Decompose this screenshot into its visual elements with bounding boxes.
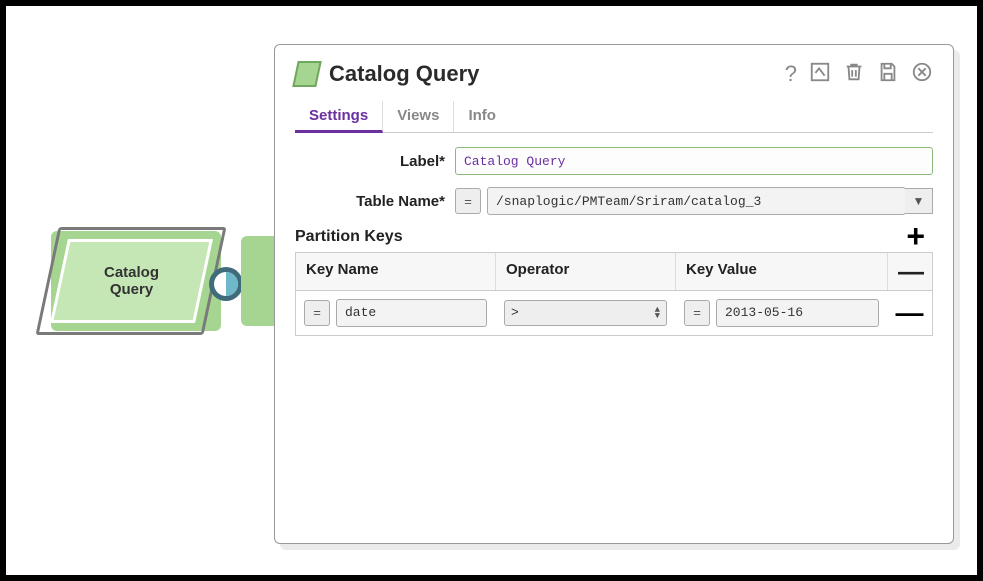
partition-keys-header: Partition Keys + — [295, 227, 933, 246]
tabs: Settings Views Info — [295, 101, 933, 133]
connector-icon — [214, 272, 238, 296]
key-name-input[interactable] — [336, 299, 487, 327]
operator-select[interactable]: > ▲▼ — [504, 300, 667, 326]
key-value-expr-toggle[interactable]: = — [684, 300, 710, 326]
snap-type-icon — [292, 61, 322, 87]
col-operator: Operator — [496, 253, 676, 290]
key-name-expr-toggle[interactable]: = — [304, 300, 330, 326]
label-input[interactable] — [455, 147, 933, 175]
remove-all-button[interactable]: — — [888, 253, 932, 290]
table-row: = > ▲▼ = — — [296, 291, 932, 335]
table-name-row: Table Name* = ▼ — [295, 187, 933, 215]
snap-settings-dialog: Catalog Query ? Settings Views Info Labe… — [274, 44, 954, 544]
select-arrows-icon: ▲▼ — [655, 307, 660, 320]
partition-keys-table: Key Name Operator Key Value — = > ▲▼ = — [295, 252, 933, 336]
tab-settings[interactable]: Settings — [295, 101, 383, 133]
form-area: Label* Table Name* = ▼ Partition Keys + … — [295, 133, 933, 336]
validate-icon[interactable] — [809, 61, 831, 87]
key-value-input[interactable] — [716, 299, 879, 327]
table-name-label: Table Name* — [295, 193, 455, 210]
tab-info[interactable]: Info — [454, 101, 510, 132]
table-name-input[interactable] — [487, 187, 906, 215]
label-field-label: Label* — [295, 153, 455, 170]
dialog-title: Catalog Query — [329, 61, 775, 87]
pipeline-canvas: Catalog Query — [51, 231, 281, 361]
tab-views[interactable]: Views — [383, 101, 454, 132]
snap-connector[interactable] — [209, 267, 243, 301]
snap-node[interactable]: Catalog Query — [51, 231, 221, 331]
help-icon[interactable]: ? — [785, 63, 797, 85]
dialog-header: Catalog Query ? — [295, 61, 933, 97]
label-row: Label* — [295, 147, 933, 175]
save-icon[interactable] — [877, 61, 899, 87]
delete-icon[interactable] — [843, 61, 865, 87]
add-partition-key-button[interactable]: + — [906, 227, 933, 246]
operator-value: > — [511, 305, 519, 320]
expression-toggle[interactable]: = — [455, 188, 481, 214]
col-key-value: Key Value — [676, 253, 888, 290]
remove-row-button[interactable]: — — [888, 297, 932, 329]
dialog-actions: ? — [785, 61, 933, 87]
close-icon[interactable] — [911, 61, 933, 87]
snap-node-label: Catalog Query — [104, 264, 159, 298]
table-name-dropdown[interactable]: ▼ — [905, 188, 933, 214]
table-header-row: Key Name Operator Key Value — — [296, 253, 932, 291]
col-key-name: Key Name — [296, 253, 496, 290]
partition-keys-title: Partition Keys — [295, 228, 403, 246]
